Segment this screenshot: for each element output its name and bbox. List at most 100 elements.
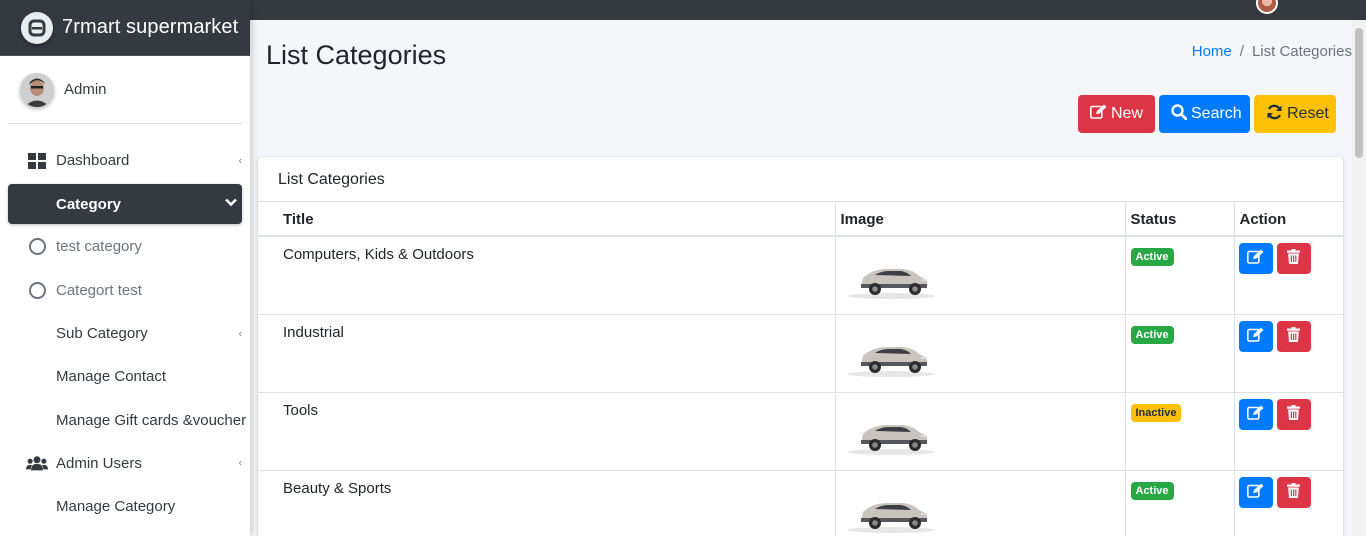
sidebar-nav: Dashboard ‹ Category test category Categ… [0, 139, 250, 528]
navbar-user-avatar[interactable] [1256, 0, 1278, 14]
row-action-cell [1233, 391, 1343, 471]
toolbar: New Search Reset [1078, 95, 1336, 133]
delete-button[interactable] [1276, 476, 1311, 508]
column-header-status[interactable]: Status [1124, 202, 1235, 237]
sidebar-item-test-category[interactable]: test category [8, 225, 242, 268]
sidebar-item-label: Sub Category [56, 325, 148, 343]
user-name[interactable]: Admin [64, 81, 107, 98]
sidebar-item-category[interactable]: Category [8, 184, 242, 225]
row-action-cell [1233, 313, 1343, 393]
delete-button[interactable] [1276, 320, 1311, 352]
sidebar-item-categort-test[interactable]: Categort test [8, 269, 242, 312]
sidebar-item-label: Category [56, 195, 122, 213]
edit-button[interactable] [1238, 243, 1273, 274]
row-image-cell [834, 235, 1126, 315]
search-icon [1171, 103, 1188, 125]
row-status-cell: Active [1124, 235, 1235, 315]
sidebar-item-label: Admin Users [56, 454, 142, 472]
edit-icon [1247, 327, 1264, 346]
breadcrumb-separator: / [1239, 43, 1244, 60]
sidebar-item-dashboard[interactable]: Dashboard ‹ [8, 139, 242, 182]
row-status-cell: Inactive [1124, 391, 1235, 471]
row-image-cell [834, 313, 1126, 393]
sidebar-item-manage-category[interactable]: Manage Category [8, 485, 242, 528]
sidebar-item-sub-category[interactable]: Sub Category ‹ [8, 312, 242, 355]
chevron-left-icon: ‹ [238, 155, 242, 167]
row-image-cell [834, 469, 1126, 536]
circle-icon [26, 280, 48, 300]
sidebar-item-label: test category [56, 238, 142, 256]
chevron-left-icon: ‹ [238, 457, 242, 469]
row-action-cell [1233, 469, 1343, 536]
reset-button[interactable]: Reset [1254, 95, 1336, 133]
trash-icon [1287, 482, 1301, 502]
delete-button[interactable] [1276, 243, 1311, 274]
scrollbar-thumb[interactable] [1355, 28, 1363, 158]
brand-name: 7rmart supermarket [62, 16, 239, 38]
top-navbar [250, 0, 1366, 20]
status-badge[interactable]: Active [1130, 248, 1174, 266]
edit-icon [1247, 483, 1264, 502]
brand-link[interactable]: 7rmart supermarket [0, 0, 250, 56]
breadcrumb-current: List Categories [1251, 43, 1352, 60]
new-button-label: New [1111, 105, 1144, 122]
circle-icon [26, 237, 48, 257]
column-header-action: Action [1233, 202, 1343, 237]
trash-icon [1287, 249, 1301, 268]
category-image [841, 328, 937, 382]
category-image [841, 250, 937, 304]
row-title: Tools [258, 391, 836, 471]
status-badge[interactable]: Active [1130, 325, 1174, 344]
table-row: Tools Inactive [258, 391, 1343, 471]
users-icon [26, 453, 48, 473]
row-status-cell: Active [1124, 313, 1235, 393]
delete-button[interactable] [1276, 398, 1311, 430]
sidebar-item-label: Manage Contact [56, 368, 167, 386]
breadcrumb-home-link[interactable]: Home [1192, 43, 1232, 60]
table-row: Computers, Kids & Outdoors Active [258, 235, 1343, 315]
column-header-image[interactable]: Image [834, 202, 1126, 237]
row-title: Computers, Kids & Outdoors [258, 235, 836, 315]
sync-icon [1266, 104, 1283, 125]
row-title: Industrial [258, 313, 836, 393]
sidebar-item-manage-gift-cards[interactable]: Manage Gift cards &voucher [8, 398, 246, 441]
breadcrumb: Home / List Categories [1192, 43, 1352, 60]
status-badge[interactable]: Inactive [1130, 403, 1182, 422]
table-row: Beauty & Sports Active [258, 469, 1343, 536]
search-button-label: Search [1191, 105, 1242, 122]
edit-button[interactable] [1238, 476, 1273, 508]
user-avatar [20, 72, 54, 107]
user-panel: Admin [8, 56, 242, 124]
trash-icon [1287, 326, 1301, 346]
reset-button-label: Reset [1287, 105, 1329, 122]
edit-icon [1247, 405, 1264, 424]
new-button[interactable]: New [1078, 95, 1155, 133]
page-scrollbar[interactable] [1352, 20, 1366, 536]
table-header-row: Title Image Status Action [258, 202, 1343, 237]
brand-logo-icon [21, 11, 53, 44]
category-image [841, 484, 937, 536]
sidebar-item-manage-contact[interactable]: Manage Contact [8, 355, 242, 398]
dashboard-icon [26, 151, 48, 171]
row-status-cell: Active [1124, 469, 1235, 536]
row-action-cell [1233, 235, 1343, 315]
sidebar: 7rmart supermarket Admin Dashboard ‹ Cat… [0, 0, 250, 536]
status-badge[interactable]: Active [1130, 481, 1174, 500]
trash-icon [1287, 404, 1301, 424]
edit-icon [1247, 249, 1264, 268]
sidebar-item-label: Manage Gift cards &voucher [56, 411, 247, 429]
category-image [841, 406, 937, 460]
search-button[interactable]: Search [1159, 95, 1250, 133]
row-title: Beauty & Sports [258, 469, 836, 536]
chevron-left-icon: ‹ [238, 328, 242, 340]
row-image-cell [834, 391, 1126, 471]
categories-card: List Categories Title Image Status Actio… [258, 157, 1343, 536]
card-title: List Categories [258, 157, 1343, 202]
sidebar-item-admin-users[interactable]: Admin Users ‹ [8, 442, 242, 485]
edit-button[interactable] [1238, 398, 1273, 430]
column-header-title[interactable]: Title [258, 202, 836, 237]
table-row: Industrial Active [258, 313, 1343, 393]
chevron-down-icon [224, 198, 238, 211]
edit-button[interactable] [1238, 320, 1273, 352]
categories-table: Title Image Status Action Computers, Kid… [258, 202, 1343, 536]
